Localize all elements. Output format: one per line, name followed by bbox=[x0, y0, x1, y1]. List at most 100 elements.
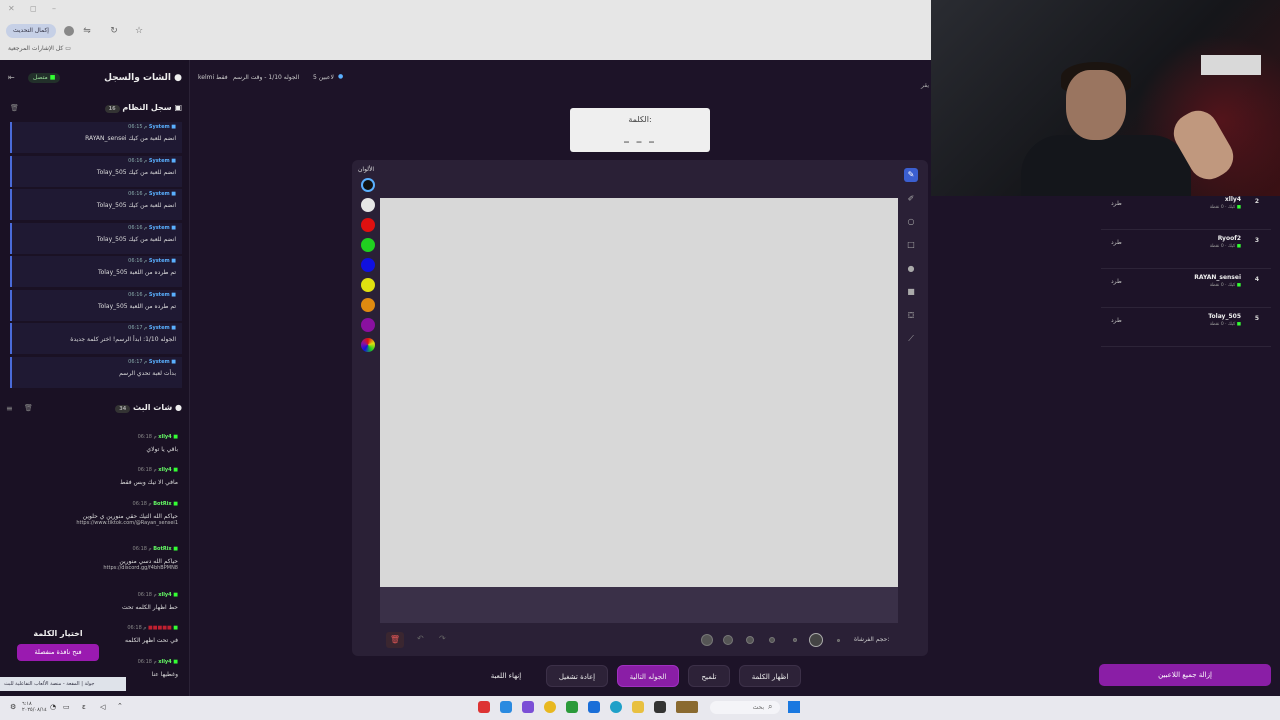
close-icon[interactable]: ✕ bbox=[8, 4, 15, 13]
telegram-icon[interactable] bbox=[500, 701, 512, 713]
color-swatch[interactable] bbox=[361, 298, 375, 312]
edge-icon[interactable] bbox=[610, 701, 622, 713]
circle-tool-icon[interactable]: ○ bbox=[904, 215, 918, 229]
keyboard-icon[interactable]: ε bbox=[82, 703, 86, 711]
sync-button[interactable]: إكمال التحديث bbox=[6, 24, 56, 38]
custom-color-swatch[interactable] bbox=[361, 338, 375, 352]
brush-size-selected[interactable] bbox=[809, 633, 823, 647]
log-text: Tolay_505 انضم للعبة من كيك bbox=[96, 168, 176, 176]
taskbar-clock[interactable]: ٦:١٨ ٢٠٢٥/٠٨/١٤ bbox=[22, 701, 47, 713]
chat-message: 06:18 م xlly4 ■ وغطيها عنا bbox=[138, 659, 178, 678]
reload-icon[interactable]: ↻ bbox=[109, 26, 119, 36]
log-text: Tolay_505 تم طرده من اللعبة bbox=[97, 302, 176, 310]
player-name: Ryoof2 bbox=[1217, 235, 1241, 242]
player-sub-text: كيك · 0 نقطة bbox=[1209, 205, 1236, 210]
reveal-word-button[interactable]: اظهار الكلمة bbox=[739, 665, 801, 687]
drawing-canvas[interactable] bbox=[380, 198, 898, 587]
chrome-icon[interactable] bbox=[544, 701, 556, 713]
brush-size-l[interactable] bbox=[723, 635, 733, 645]
explorer-icon[interactable] bbox=[632, 701, 644, 713]
clear-canvas-icon[interactable]: 🗑 bbox=[386, 632, 404, 648]
brush-size-xxs[interactable] bbox=[837, 639, 840, 642]
chat-user[interactable]: BotRix bbox=[153, 501, 171, 507]
next-round-button[interactable]: الجوله التالية bbox=[617, 665, 679, 687]
chat-user[interactable]: ■■■■■ bbox=[148, 625, 172, 631]
windows-start-icon[interactable] bbox=[788, 701, 800, 713]
kick-logo-icon: ■ bbox=[173, 592, 178, 598]
terminal-icon[interactable] bbox=[654, 701, 666, 713]
color-swatch[interactable] bbox=[361, 238, 375, 252]
chat-user[interactable]: BotRix bbox=[153, 546, 171, 552]
app-icon-red[interactable] bbox=[478, 701, 490, 713]
widget-thumbnail[interactable] bbox=[676, 701, 698, 713]
chat-link[interactable]: https://discord.gg/f4bhBPMN8 bbox=[103, 565, 178, 571]
kick-player-button[interactable]: طرد bbox=[1111, 239, 1122, 246]
filled-circle-tool-icon[interactable]: ● bbox=[904, 262, 918, 276]
color-swatch[interactable] bbox=[361, 278, 375, 292]
volume-icon[interactable]: ◁ bbox=[100, 703, 105, 711]
brush-size-xl[interactable] bbox=[701, 634, 713, 646]
color-swatch[interactable] bbox=[361, 178, 375, 192]
chevron-up-icon[interactable]: ⌃ bbox=[117, 702, 123, 710]
chat-user[interactable]: xlly4 bbox=[158, 659, 171, 665]
filled-rect-tool-icon[interactable]: ■ bbox=[904, 285, 918, 299]
star-icon[interactable]: ☆ bbox=[134, 26, 144, 36]
bookmarks-bar[interactable]: كل الإشارات المرجعية ▭ bbox=[8, 45, 71, 52]
chat-user[interactable]: xlly4 bbox=[158, 434, 171, 440]
pen-tool-icon[interactable]: ✎ bbox=[904, 168, 918, 182]
battery-icon[interactable]: ▭ bbox=[63, 703, 70, 711]
filter-icon[interactable]: ≡ bbox=[6, 404, 13, 413]
wifi-icon[interactable]: ◔ bbox=[50, 703, 56, 711]
minimize-icon[interactable]: – bbox=[52, 4, 56, 13]
brush-size-xs[interactable] bbox=[793, 638, 797, 642]
browser-toolbar: ✕ ◻ – إكمال التحديث ⇋ ↻ ☆ كل الإشارات ال… bbox=[0, 0, 931, 60]
chat-user[interactable]: xlly4 bbox=[158, 467, 171, 473]
restore-icon[interactable]: ◻ bbox=[30, 4, 37, 13]
end-game-button[interactable]: إنهاء اللعبة bbox=[478, 665, 534, 687]
system-log-entry: 06:16 م System ■ Tolay_505 انضم للعبة من … bbox=[10, 155, 182, 187]
player-row: طرد RAYAN_sensei كيك · 0 نقطة ■ 4 bbox=[1101, 270, 1271, 308]
hint-button[interactable]: تلميح bbox=[688, 665, 730, 687]
profile-icon[interactable] bbox=[64, 26, 74, 36]
outlook-icon[interactable] bbox=[588, 701, 600, 713]
chat-user[interactable]: xlly4 bbox=[158, 592, 171, 598]
fill-bucket-icon[interactable]: ⛋ bbox=[904, 309, 918, 323]
kick-player-button[interactable]: طرد bbox=[1111, 317, 1122, 324]
line-tool-icon[interactable]: ⟋ bbox=[904, 332, 918, 346]
remove-all-players-button[interactable]: إزالة جميع اللاعبين bbox=[1099, 664, 1271, 686]
chat-link[interactable]: https://www.tiktok.com/@Rayan_sensei1 bbox=[76, 520, 178, 526]
color-swatch[interactable] bbox=[361, 198, 375, 212]
system-log-entry: 06:16 م System ■ Tolay_505 انضم للعبة من … bbox=[10, 222, 182, 254]
brush-size-s[interactable] bbox=[769, 637, 775, 643]
chat-message: 06:18 م BotRix ■ حياكم الله دسي منورين htt… bbox=[103, 546, 178, 571]
player-name: xlly4 bbox=[1224, 196, 1241, 203]
discord-icon[interactable] bbox=[522, 701, 534, 713]
kick-player-button[interactable]: طرد bbox=[1111, 278, 1122, 285]
extensions-icon[interactable]: ⇋ bbox=[82, 26, 92, 36]
color-swatch[interactable] bbox=[361, 318, 375, 332]
log-text: Tolay_505 انضم للعبة من كيك bbox=[96, 235, 176, 243]
color-swatch[interactable] bbox=[361, 258, 375, 272]
game-status-bar: kelmi فقط الجوله 1/10 - وقت الرسم 5 لاعب… bbox=[195, 72, 930, 86]
brush-size-m[interactable] bbox=[746, 636, 754, 644]
system-icon: ■ bbox=[171, 358, 176, 365]
bookmarks-label[interactable]: كل الإشارات المرجعية bbox=[8, 45, 63, 52]
kick-player-button[interactable]: طرد bbox=[1111, 200, 1122, 207]
open-window-button[interactable]: فتح نافذة منفصلة bbox=[17, 644, 99, 661]
redo-icon[interactable]: ↷ bbox=[439, 634, 446, 643]
eraser-tool-icon[interactable]: ✐ bbox=[904, 192, 918, 206]
log-text: الجوله 1/10: ابدأ الرسم! اختر كلمة جديدة bbox=[70, 336, 176, 343]
settings-icon[interactable]: ⚙ bbox=[10, 703, 16, 711]
trash-icon[interactable]: 🗑 bbox=[10, 104, 19, 112]
player-sub-text: كيك · 0 نقطة bbox=[1209, 244, 1236, 249]
undo-icon[interactable]: ↶ bbox=[417, 634, 424, 643]
collapse-icon[interactable]: ⇤ bbox=[8, 73, 15, 82]
rect-tool-icon[interactable]: □ bbox=[904, 238, 918, 252]
trash-icon[interactable]: 🗑 bbox=[24, 404, 33, 412]
restart-button[interactable]: إعادة تشغيل bbox=[546, 665, 608, 687]
chat-meta: 06:18 م xlly4 ■ bbox=[138, 434, 178, 440]
chat-time: 06:18 م bbox=[132, 501, 152, 507]
connection-status: متصل ■ bbox=[28, 73, 61, 83]
color-swatch[interactable] bbox=[361, 218, 375, 232]
xbox-icon[interactable] bbox=[566, 701, 578, 713]
